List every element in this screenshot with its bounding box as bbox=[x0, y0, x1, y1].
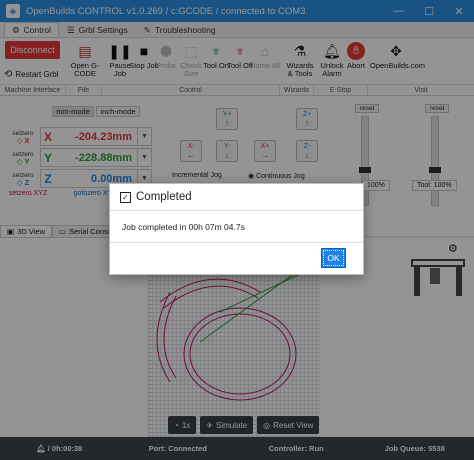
app-window: ◈ OpenBuilds CONTROL v1.0.269 / c:GCODE … bbox=[0, 0, 474, 460]
dialog-message: Job completed in 00h 07m 04.7s bbox=[110, 211, 363, 243]
ok-button[interactable]: OK bbox=[321, 248, 346, 268]
checkbox-icon: ✓ bbox=[120, 191, 131, 203]
completed-dialog: ✓ Completed Job completed in 00h 07m 04.… bbox=[109, 183, 364, 275]
dialog-title: Completed bbox=[136, 191, 192, 203]
dialog-header: ✓ Completed bbox=[110, 184, 363, 211]
